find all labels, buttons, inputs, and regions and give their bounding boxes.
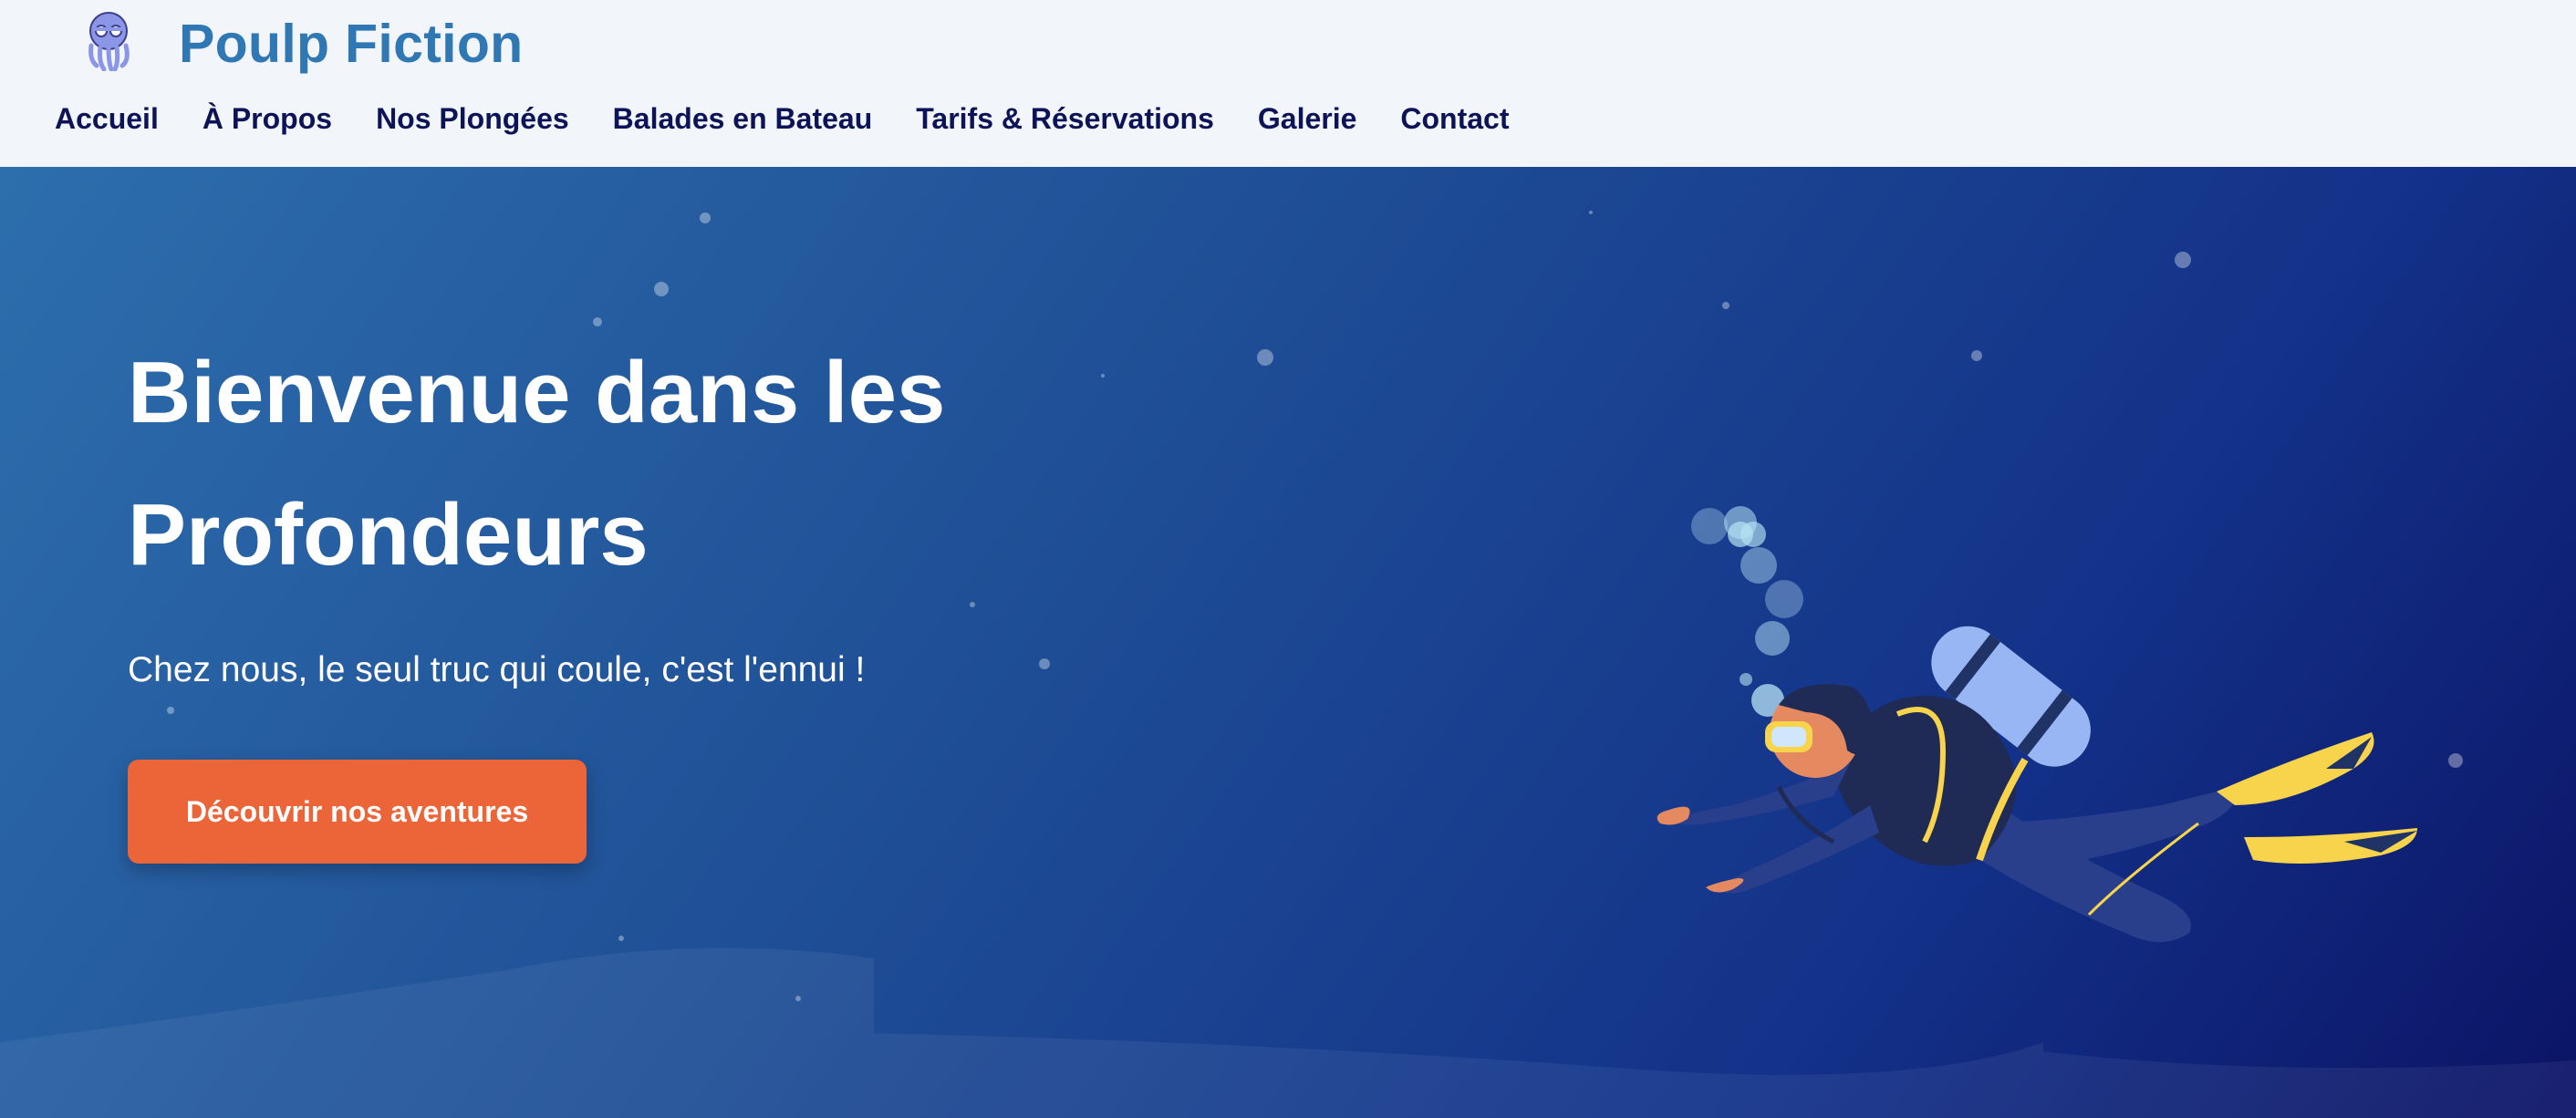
- nav-nos-plongees[interactable]: Nos Plongées: [376, 102, 569, 136]
- nav-contact[interactable]: Contact: [1400, 102, 1509, 136]
- site-header: Poulp Fiction Accueil À Propos Nos Plong…: [0, 0, 2576, 167]
- hero-title-line2: Profondeurs: [128, 486, 649, 584]
- nav-tarifs-reservations[interactable]: Tarifs & Réservations: [916, 102, 1214, 136]
- main-nav: Accueil À Propos Nos Plongées Balades en…: [55, 102, 1510, 136]
- hero-title: Bienvenue dans les Profondeurs: [128, 322, 1131, 606]
- nav-galerie[interactable]: Galerie: [1258, 102, 1357, 136]
- nav-a-propos[interactable]: À Propos: [203, 102, 332, 136]
- brand-name[interactable]: Poulp Fiction: [179, 13, 524, 75]
- nav-balades-en-bateau[interactable]: Balades en Bateau: [613, 102, 873, 136]
- hero-title-line1: Bienvenue dans les: [128, 344, 946, 441]
- discover-adventures-button[interactable]: Découvrir nos aventures: [128, 760, 587, 864]
- scuba-diver-icon: [1657, 506, 2417, 942]
- hero-subtitle: Chez nous, le seul truc qui coule, c'est…: [128, 650, 866, 689]
- nav-accueil[interactable]: Accueil: [55, 102, 159, 136]
- hero-section: Bienvenue dans les Profondeurs Chez nous…: [0, 167, 2576, 1118]
- octopus-icon[interactable]: [82, 9, 135, 71]
